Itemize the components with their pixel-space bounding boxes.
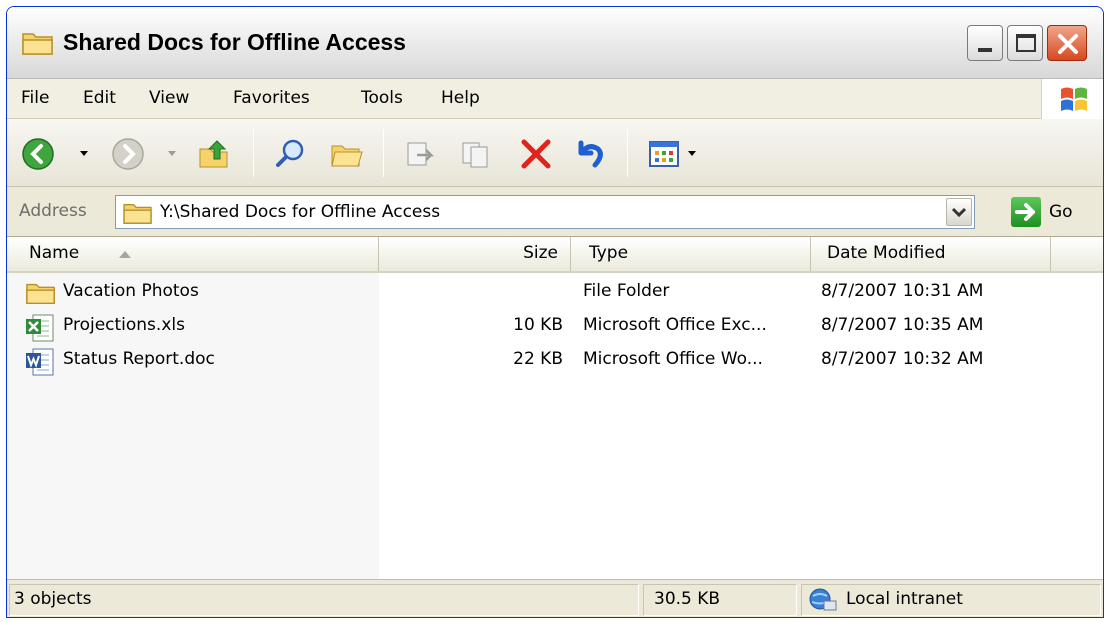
status-objects: 3 objects [14,589,92,609]
column-header-name[interactable]: Name [7,237,379,271]
search-button[interactable] [273,137,307,171]
file-list[interactable]: Name Size Type Date Modified Vacation Ph… [7,237,1103,579]
close-button[interactable] [1047,25,1087,61]
file-type: Microsoft Office Exc... [583,315,767,335]
back-dropdown-icon[interactable] [79,149,89,159]
file-name: Vacation Photos [63,281,199,301]
views-dropdown-icon[interactable] [687,149,697,159]
maximize-icon [1016,34,1036,52]
list-header: Name Size Type Date Modified [7,237,1103,273]
windows-flag-icon [1061,87,1087,111]
column-header-type[interactable]: Type [571,237,811,271]
file-type: File Folder [583,281,670,301]
column-header-size-label: Size [523,243,558,263]
excel-file-icon [26,314,54,342]
menu-favorites[interactable]: Favorites [233,88,310,108]
forward-dropdown-icon[interactable] [167,149,177,159]
menu-file[interactable]: File [21,88,49,108]
window-title: Shared Docs for Offline Access [63,29,406,55]
status-size: 30.5 KB [654,589,721,609]
status-bar: 3 objects 30.5 KB Local intranet [7,579,1103,617]
address-label: Address [19,201,87,221]
go-arrow-icon [1011,197,1041,227]
toolbar [7,119,1103,187]
undo-button[interactable] [573,137,607,171]
maximize-button[interactable] [1007,25,1043,61]
status-zone-pane: Local intranet [801,584,1101,616]
folder-icon [123,203,152,224]
explorer-window: Shared Docs for Offline Access File Edit… [6,6,1104,618]
delete-button[interactable] [519,137,553,171]
chevron-down-icon [951,207,967,218]
views-button[interactable] [647,137,681,171]
address-value: Y:\Shared Docs for Offline Access [160,202,441,222]
word-file-icon [26,348,54,376]
menu-bar: File Edit View Favorites Tools Help [7,79,1103,119]
column-header-type-label: Type [589,243,629,263]
file-date: 8/7/2007 10:31 AM [821,281,984,301]
file-type: Microsoft Office Wo... [583,349,763,369]
column-header-size[interactable]: Size [379,237,571,271]
move-to-button[interactable] [403,137,437,171]
menu-help[interactable]: Help [441,88,480,108]
title-bar[interactable]: Shared Docs for Offline Access [7,7,1103,79]
file-date: 8/7/2007 10:32 AM [821,349,984,369]
folders-button[interactable] [329,137,363,171]
file-name: Projections.xls [63,315,185,335]
address-input[interactable]: Y:\Shared Docs for Offline Access [115,195,975,229]
address-bar: Address Y:\Shared Docs for Offline Acces… [7,187,1103,237]
close-icon [1058,34,1078,54]
folder-icon [26,283,55,305]
file-size: 22 KB [513,349,563,369]
file-name: Status Report.doc [63,349,215,369]
status-zone: Local intranet [846,589,963,609]
up-folder-button[interactable] [197,137,231,171]
table-row[interactable]: Projections.xls 10 KB Microsoft Office E… [7,311,1103,345]
table-row[interactable]: Status Report.doc 22 KB Microsoft Office… [7,345,1103,379]
forward-button[interactable] [111,137,145,171]
column-header-date-label: Date Modified [827,243,946,263]
menu-tools[interactable]: Tools [361,88,403,108]
column-header-name-label: Name [29,243,80,263]
toolbar-separator [253,129,254,177]
file-date: 8/7/2007 10:35 AM [821,315,984,335]
sort-ascending-icon [119,251,131,258]
menu-view[interactable]: View [149,88,189,108]
address-dropdown-button[interactable] [946,198,972,226]
copy-to-button[interactable] [459,137,493,171]
table-row[interactable]: Vacation Photos File Folder 8/7/2007 10:… [7,277,1103,311]
file-size: 10 KB [513,315,563,335]
go-button[interactable]: Go [1011,197,1091,229]
go-label: Go [1049,202,1073,222]
status-size-pane: 30.5 KB [643,584,797,616]
windows-logo [1041,79,1103,119]
menu-edit[interactable]: Edit [83,88,116,108]
minimize-icon [978,48,992,52]
minimize-button[interactable] [967,25,1003,61]
back-button[interactable] [21,137,55,171]
folder-icon [22,33,53,55]
column-header-date-modified[interactable]: Date Modified [811,237,1051,271]
status-objects-pane: 3 objects [9,584,639,616]
toolbar-separator [627,129,628,177]
toolbar-separator [383,129,384,177]
local-intranet-icon [809,588,837,611]
